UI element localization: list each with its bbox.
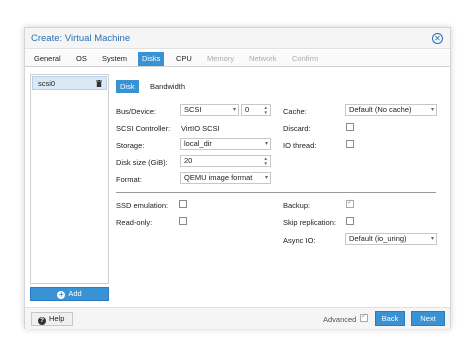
spinner-icon: ▲ ▼ (263, 105, 268, 115)
cache-select-value: Default (No cache) (349, 105, 412, 114)
async-io-select-value: Default (io_uring) (349, 234, 407, 243)
back-button[interactable]: Back (375, 311, 405, 326)
device-number-stepper[interactable]: 0 ▲ ▼ (241, 104, 271, 116)
add-disk-button[interactable]: + Add (30, 287, 109, 301)
backup-checkbox[interactable]: ✓ (346, 199, 354, 208)
tab-disks[interactable]: Disks (138, 52, 165, 66)
dialog-title: Create: Virtual Machine (31, 33, 131, 44)
dialog-footer: ? Help Advanced ✓ Back Next (25, 307, 450, 329)
bus-select-value: SCSI (184, 105, 202, 114)
create-vm-dialog: Create: Virtual Machine ✕ General OS Sys… (24, 27, 451, 329)
chevron-down-icon: ▾ (430, 236, 434, 242)
plus-icon: + (57, 290, 66, 299)
wizard-tabs: General OS System Disks CPU Memory Netwo… (25, 50, 450, 67)
help-button-label: Help (49, 314, 65, 323)
checkmark-icon: ✓ (347, 199, 353, 206)
ssd-emulation-label: SSD emulation: (116, 201, 169, 210)
bus-device-label: Bus/Device: (116, 107, 157, 116)
read-only-checkbox[interactable] (179, 217, 187, 225)
dialog-titlebar: Create: Virtual Machine ✕ (25, 28, 450, 49)
checkmark-icon: ✓ (361, 313, 367, 320)
disk-item-label: scsi0 (38, 79, 56, 88)
cache-label: Cache: (283, 107, 307, 116)
spinner-icon: ▲ ▼ (263, 156, 268, 166)
chevron-down-icon: ▾ (430, 107, 434, 113)
subtab-bandwidth[interactable]: Bandwidth (146, 80, 189, 93)
format-label: Format: (116, 175, 142, 184)
next-button[interactable]: Next (411, 311, 445, 326)
chevron-down-icon: ▾ (232, 107, 236, 113)
discard-label: Discard: (283, 124, 311, 133)
chevron-down-icon: ▾ (264, 175, 268, 181)
disk-size-value: 20 (184, 156, 193, 165)
tab-memory: Memory (207, 54, 235, 63)
io-thread-checkbox[interactable] (346, 140, 354, 148)
close-icon[interactable]: ✕ (432, 33, 443, 44)
format-select-value: QEMU image format (184, 173, 253, 182)
storage-select-value: local_dir (184, 139, 212, 148)
skip-replication-checkbox[interactable] (346, 217, 354, 225)
tab-cpu[interactable]: CPU (172, 52, 196, 66)
ssd-emulation-checkbox[interactable] (179, 200, 187, 208)
tab-os[interactable]: OS (72, 52, 91, 66)
tab-confirm: Confirm (292, 54, 319, 63)
tab-system[interactable]: System (98, 52, 131, 66)
storage-label: Storage: (116, 141, 145, 150)
help-icon: ? (38, 317, 46, 325)
advanced-label: Advanced (323, 315, 357, 324)
storage-select[interactable]: local_dir ▾ (180, 138, 271, 150)
disk-size-stepper[interactable]: 20 ▲ ▼ (180, 155, 271, 167)
advanced-checkbox[interactable]: ✓ (360, 313, 368, 322)
chevron-down-icon: ▾ (264, 141, 268, 147)
disk-size-label: Disk size (GiB): (116, 158, 168, 167)
tab-network: Network (249, 54, 277, 63)
add-button-label: Add (68, 289, 82, 298)
scsi-controller-label: SCSI Controller: (116, 124, 171, 133)
tab-general[interactable]: General (30, 52, 65, 66)
skip-replication-label: Skip replication: (283, 218, 336, 227)
trash-icon[interactable] (96, 80, 102, 87)
io-thread-label: IO thread: (283, 141, 317, 150)
scsi-controller-value: VirtIO SCSI (181, 124, 220, 133)
subtab-disk[interactable]: Disk (116, 80, 139, 93)
discard-checkbox[interactable] (346, 123, 354, 131)
bus-select[interactable]: SCSI ▾ (180, 104, 239, 116)
section-divider (116, 192, 436, 193)
device-number-value: 0 (245, 105, 250, 114)
help-button[interactable]: ? Help (31, 312, 73, 326)
read-only-label: Read-only: (116, 218, 153, 227)
disk-list: scsi0 (30, 74, 109, 284)
cache-select[interactable]: Default (No cache) ▾ (345, 104, 437, 116)
async-io-label: Async IO: (283, 236, 316, 245)
backup-label: Backup: (283, 201, 311, 210)
disk-list-item-scsi0[interactable]: scsi0 (32, 76, 107, 90)
async-io-select[interactable]: Default (io_uring) ▾ (345, 233, 437, 245)
format-select[interactable]: QEMU image format ▾ (180, 172, 271, 184)
